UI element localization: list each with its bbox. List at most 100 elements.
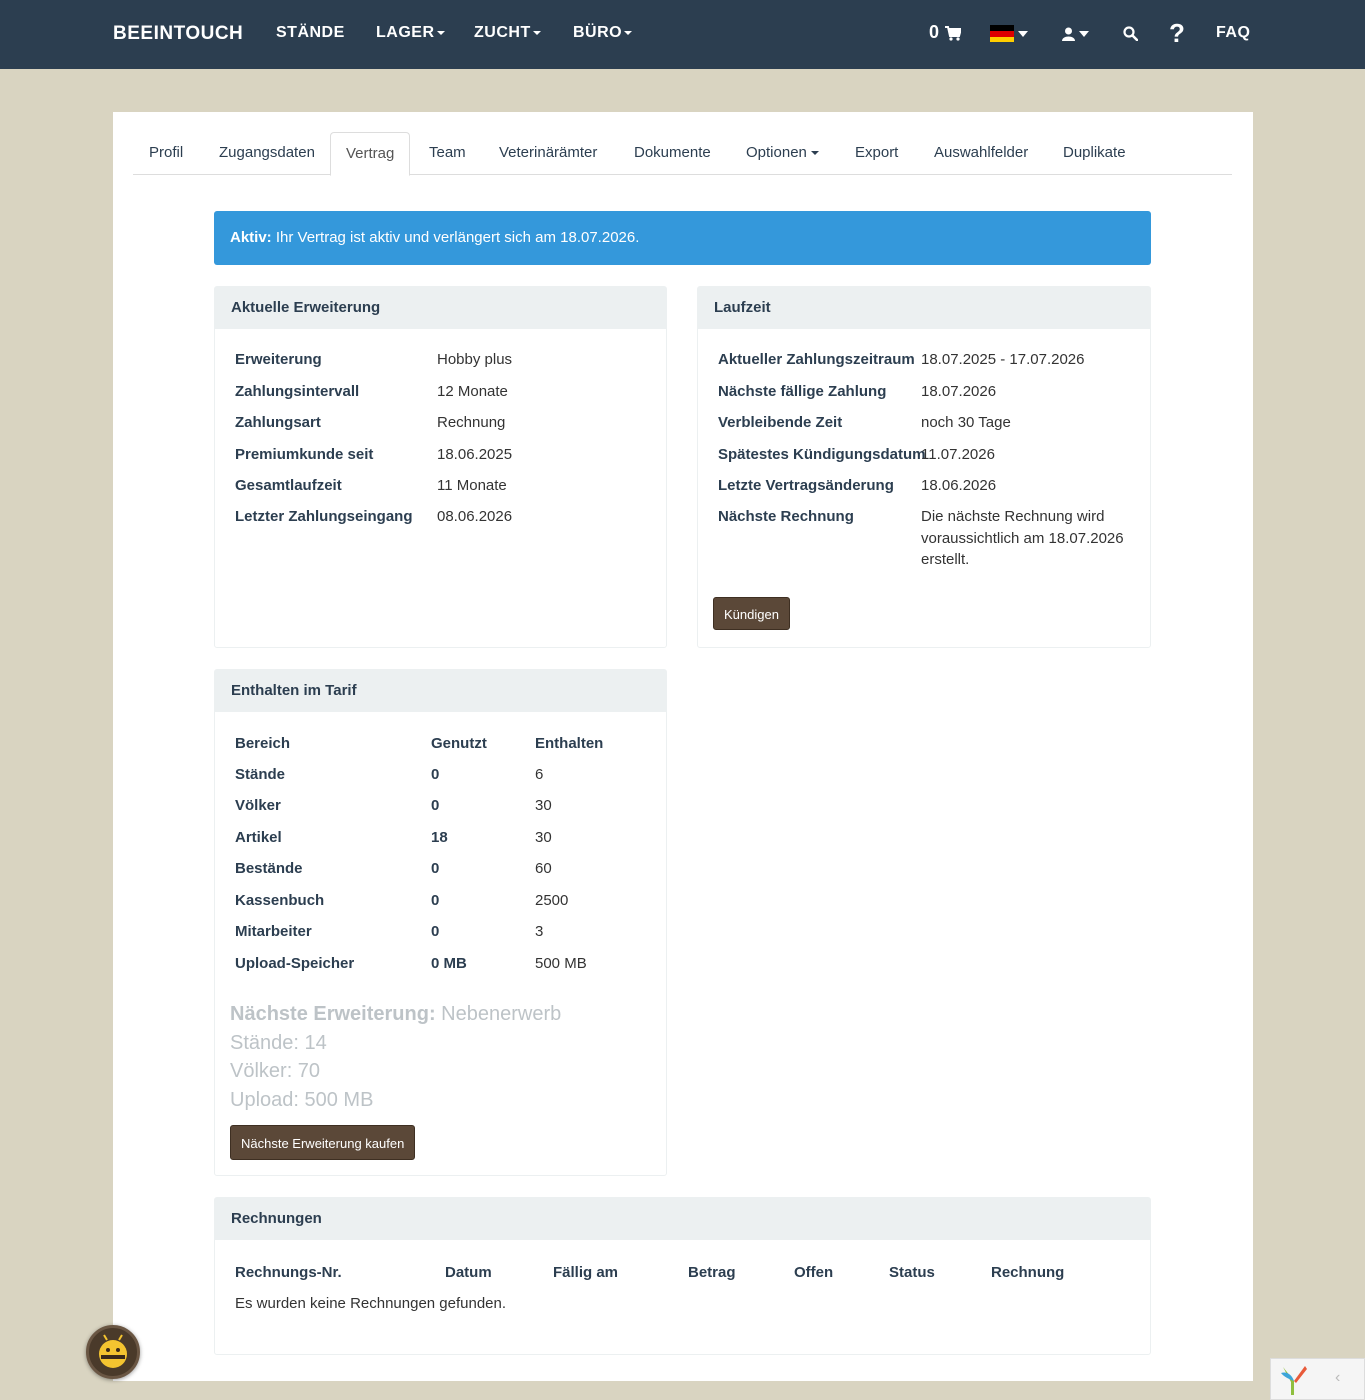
german-flag-icon <box>990 25 1014 43</box>
table-cell: Bestände <box>235 860 303 877</box>
alert-text: Ihr Vertrag ist aktiv und verlängert sic… <box>271 229 640 246</box>
tab-team[interactable]: Team <box>429 132 466 174</box>
tab-veterinaeraemter[interactable]: Veterinärämter <box>499 132 597 174</box>
search-button[interactable] <box>1123 26 1139 46</box>
table-cell: Kassenbuch <box>235 892 325 909</box>
panel-title: Aktuelle Erweiterung <box>215 287 666 329</box>
row-label: Nächste fällige Zahlung <box>718 383 887 400</box>
nav-buero-dropdown[interactable]: BÜRO <box>573 24 633 42</box>
row-label: Letzte Vertragsänderung <box>718 477 894 494</box>
row-label: Nächste Rechnung <box>718 508 854 525</box>
tab-duplikate[interactable]: Duplikate <box>1063 132 1126 174</box>
row-value: noch 30 Tage <box>921 414 1011 431</box>
invoices-panel: Rechnungen Rechnungs-Nr. Datum Fällig am… <box>214 1197 1151 1355</box>
table-cell: Mitarbeiter <box>235 923 312 940</box>
tab-export[interactable]: Export <box>855 132 898 174</box>
row-label: Premiumkunde seit <box>235 446 374 463</box>
nav-lager-dropdown[interactable]: LAGER <box>376 24 445 42</box>
row-value: 18.07.2025 - 17.07.2026 <box>921 351 1085 368</box>
row-label: Verbleibende Zeit <box>718 414 843 431</box>
table-cell: 0 <box>431 766 440 783</box>
next-invoice-line: erstellt. <box>921 551 970 568</box>
row-value: 11 Monate <box>437 477 507 494</box>
nav-zucht-label: ZUCHT <box>474 24 531 41</box>
debug-toolbar[interactable]: ‹ <box>1270 1358 1365 1400</box>
faq-link[interactable]: FAQ <box>1216 24 1250 42</box>
tab-optionen[interactable]: Optionen <box>746 132 819 174</box>
row-label: Spätestes Kündigungsdatum <box>718 446 926 463</box>
table-header: Genutzt <box>431 735 487 752</box>
cart-count: 0 <box>929 22 940 42</box>
buy-next-extension-button[interactable]: Nächste Erweiterung kaufen <box>230 1125 416 1160</box>
table-cell: 500 MB <box>535 955 587 972</box>
row-label: Gesamtlaufzeit <box>235 477 342 494</box>
chevron-down-icon <box>1018 30 1028 37</box>
next-extension-detail: Völker: 70 <box>230 1060 321 1082</box>
row-value: 08.06.2026 <box>437 508 513 525</box>
help-icon[interactable]: ? <box>1169 18 1185 49</box>
cancel-contract-button[interactable]: Kündigen <box>713 597 790 630</box>
top-navbar: BEEINTOUCH STÄNDE LAGER ZUCHT BÜRO 0 ? F… <box>0 0 1365 69</box>
next-extension-value: Nebenerwerb <box>435 1003 562 1025</box>
next-extension-detail: Stände: 14 <box>230 1032 327 1054</box>
table-cell: 2500 <box>535 892 569 909</box>
next-extension-detail: Upload: 500 MB <box>230 1089 374 1111</box>
tab-dokumente[interactable]: Dokumente <box>634 132 711 174</box>
tab-auswahlfelder[interactable]: Auswahlfelder <box>934 132 1028 174</box>
table-cell: 0 <box>431 797 440 814</box>
cart-button[interactable]: 0 <box>929 22 963 43</box>
panel-title: Enthalten im Tarif <box>215 670 666 712</box>
table-cell: Stände <box>235 766 286 783</box>
table-header: Status <box>889 1264 935 1281</box>
chevron-down-icon <box>1079 30 1089 37</box>
language-dropdown[interactable] <box>990 25 1028 43</box>
table-cell: 18 <box>431 829 448 846</box>
row-value: Hobby plus <box>437 351 513 368</box>
table-header: Rechnung <box>991 1264 1065 1281</box>
table-cell: 0 MB <box>431 955 467 972</box>
collapse-chevron-icon[interactable]: ‹ <box>1335 1369 1340 1387</box>
term-panel: Laufzeit Aktueller Zahlungszeitraum 18.0… <box>697 286 1151 648</box>
next-invoice-line: voraussichtlich am 18.07.2026 <box>921 530 1124 547</box>
bee-chat-avatar[interactable] <box>86 1325 140 1379</box>
next-invoice-line: Die nächste Rechnung wird <box>921 508 1105 525</box>
row-value: 18.07.2026 <box>921 383 997 400</box>
chevron-down-icon <box>810 151 819 156</box>
alert-strong: Aktiv: <box>230 229 272 246</box>
chevron-down-icon <box>624 30 633 35</box>
brand-logo-link[interactable]: BEEINTOUCH <box>113 23 243 45</box>
row-value: 11.07.2026 <box>921 446 995 463</box>
panel-title: Rechnungen <box>215 1198 1150 1240</box>
row-value: 18.06.2026 <box>921 477 997 494</box>
next-extension-heading: Nächste Erweiterung: Nebenerwerb <box>230 1003 561 1026</box>
table-header: Rechnungs-Nr. <box>235 1264 342 1281</box>
chevron-down-icon <box>436 30 445 35</box>
table-header: Betrag <box>688 1264 736 1281</box>
bee-icon <box>99 1334 127 1368</box>
user-icon <box>1062 27 1075 41</box>
table-cell: 30 <box>535 829 552 846</box>
table-header: Bereich <box>235 735 291 752</box>
tab-vertrag[interactable]: Vertrag <box>330 132 411 176</box>
row-value: 18.06.2025 <box>437 446 513 463</box>
contract-status-alert: Aktiv: Ihr Vertrag ist aktiv und verläng… <box>214 211 1151 265</box>
row-label: Zahlungsintervall <box>235 383 360 400</box>
table-cell: Upload-Speicher <box>235 955 355 972</box>
table-cell: 6 <box>535 766 544 783</box>
row-label: Zahlungsart <box>235 414 321 431</box>
table-header: Datum <box>445 1264 492 1281</box>
table-header: Offen <box>794 1264 834 1281</box>
chevron-down-icon <box>532 30 541 35</box>
table-header: Fällig am <box>553 1264 619 1281</box>
tab-profil[interactable]: Profil <box>149 132 183 174</box>
table-cell: Völker <box>235 797 281 814</box>
table-header: Enthalten <box>535 735 604 752</box>
nav-zucht-dropdown[interactable]: ZUCHT <box>474 24 541 42</box>
panel-title: Laufzeit <box>698 287 1150 329</box>
nav-lager-label: LAGER <box>376 24 435 41</box>
row-label: Aktueller Zahlungszeitraum <box>718 351 915 368</box>
tab-zugangsdaten[interactable]: Zugangsdaten <box>219 132 315 174</box>
nav-staende[interactable]: STÄNDE <box>276 24 345 42</box>
table-cell: 0 <box>431 860 440 877</box>
user-dropdown[interactable] <box>1062 25 1089 43</box>
